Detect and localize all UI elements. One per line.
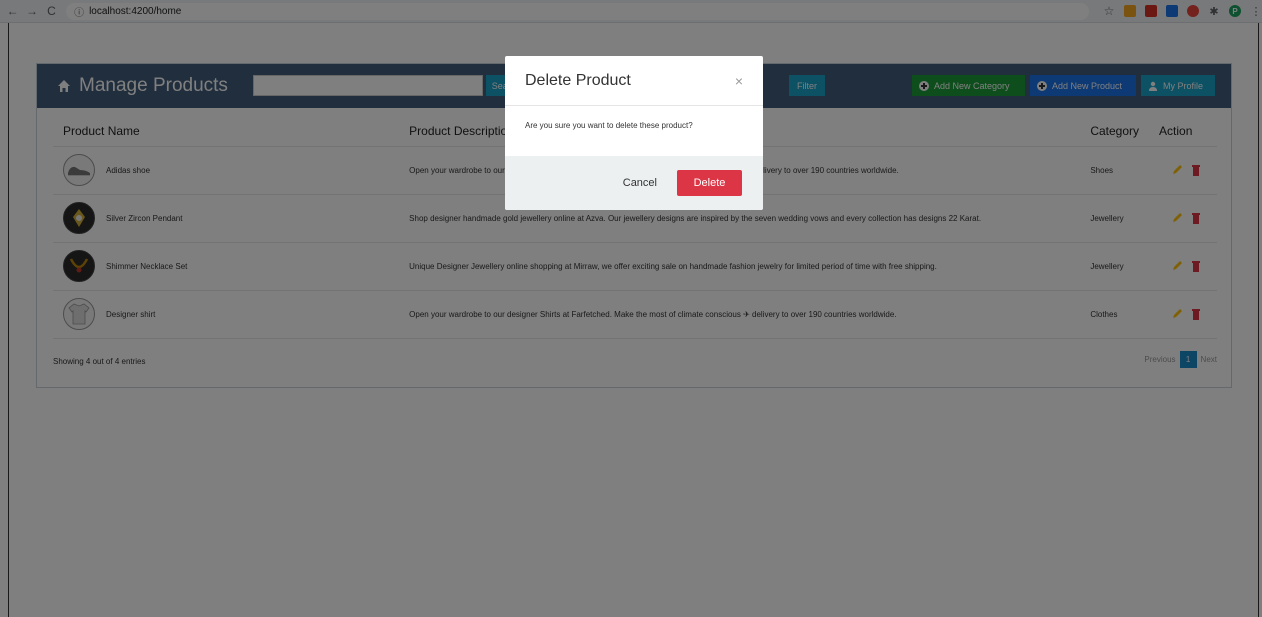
cancel-button[interactable]: Cancel xyxy=(623,177,657,189)
modal-header: Delete Product × xyxy=(505,56,763,106)
modal-title: Delete Product xyxy=(525,71,631,89)
modal-close-button[interactable]: × xyxy=(735,73,743,89)
modal-message: Are you sure you want to delete these pr… xyxy=(525,121,693,130)
modal-footer: Cancel Delete xyxy=(505,156,763,210)
delete-product-modal: Delete Product × Are you sure you want t… xyxy=(505,56,763,210)
delete-button[interactable]: Delete xyxy=(677,170,742,196)
